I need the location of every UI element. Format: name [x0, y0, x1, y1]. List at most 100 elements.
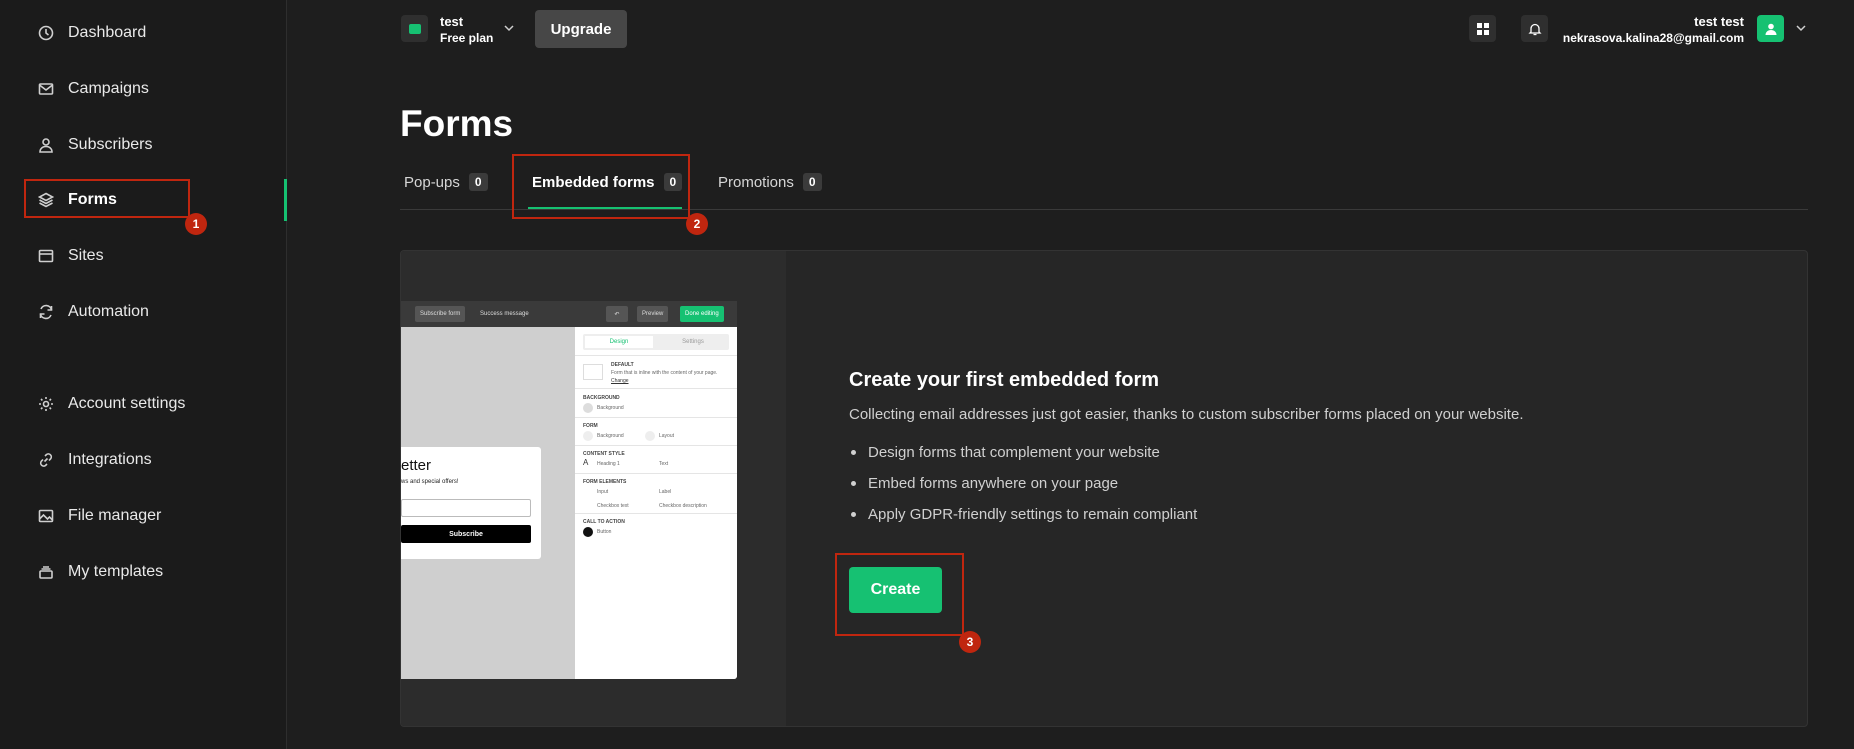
bullet-dot	[851, 450, 856, 455]
annotation-box-2	[512, 154, 690, 219]
sidebar-item-label: My templates	[68, 563, 164, 580]
preview-button-item: Button	[597, 529, 612, 535]
sidebar-item-sites[interactable]: Sites	[38, 244, 104, 268]
preview-settings-tab: Settings	[682, 339, 704, 345]
preview-label-item: Label	[659, 489, 672, 495]
mail-icon	[38, 83, 54, 95]
feature-bullet: Apply GDPR-friendly settings to remain c…	[849, 506, 1197, 523]
sidebar: Dashboard Campaigns Subscribers Forms Si…	[0, 0, 287, 749]
preview-done-button: Done editing	[680, 306, 724, 322]
annotation-number-1: 1	[185, 213, 207, 235]
preview-swatch	[645, 431, 655, 441]
sidebar-item-file-manager[interactable]: File manager	[38, 504, 161, 528]
sidebar-item-label: Automation	[68, 303, 149, 320]
sidebar-item-campaigns[interactable]: Campaigns	[38, 77, 149, 101]
bell-icon	[1527, 23, 1542, 35]
sidebar-item-label: Integrations	[68, 451, 152, 468]
user-name: test test	[1694, 14, 1744, 29]
preview-swatch	[583, 431, 593, 441]
preview-preview-button: Preview	[637, 306, 669, 322]
preview-email-input	[401, 499, 531, 517]
tab-count: 0	[802, 173, 822, 191]
annotation-box-3	[835, 553, 964, 636]
font-icon: A	[583, 458, 589, 467]
preview-divider	[575, 355, 737, 356]
preview-background-item: Background	[597, 405, 624, 411]
preview-design-tab: Design	[585, 336, 653, 348]
feature-bullet-text: Design forms that complement your websit…	[868, 444, 1160, 461]
sidebar-item-automation[interactable]: Automation	[38, 300, 149, 324]
tab-popups[interactable]: Pop-ups 0	[404, 170, 488, 194]
active-nav-indicator	[284, 179, 287, 221]
grid-icon	[1476, 22, 1489, 35]
form-editor-preview-image: Subscribe form Success message ↶ Preview…	[401, 301, 737, 679]
sidebar-item-my-templates[interactable]: My templates	[38, 560, 163, 584]
preview-checkbox-text-item: Checkbox text	[597, 503, 629, 509]
annotation-number-2: 2	[686, 213, 708, 235]
feature-bullet: Design forms that complement your websit…	[849, 444, 1160, 461]
tab-count: 0	[468, 173, 488, 191]
preview-subscribe-form-tab: Subscribe form	[415, 306, 466, 322]
preview-form-title: etter	[401, 457, 432, 474]
gear-icon	[39, 397, 53, 411]
annotation-box-1	[24, 179, 190, 218]
preview-form-layout: Layout	[659, 433, 675, 439]
sidebar-item-label: File manager	[68, 507, 162, 524]
preview-divider	[575, 445, 737, 446]
apps-button[interactable]	[1469, 15, 1496, 42]
preview-success-tab: Success message	[480, 311, 529, 317]
notifications-button[interactable]	[1521, 15, 1548, 42]
bullet-dot	[851, 481, 856, 486]
preview-subscribe-button: Subscribe	[401, 525, 531, 543]
preview-form-subtitle: ws and special offers!	[401, 479, 459, 485]
image-icon	[38, 509, 54, 523]
page-title: Forms	[400, 103, 514, 144]
undo-icon: ↶	[606, 306, 628, 322]
sidebar-item-account-settings[interactable]: Account settings	[38, 392, 185, 416]
preview-swatch	[583, 527, 593, 537]
preview-swatch	[583, 403, 593, 413]
sidebar-item-label: Account settings	[68, 395, 186, 412]
feature-bullet-text: Embed forms anywhere on your page	[868, 475, 1119, 492]
preview-checkbox-desc-item: Checkbox description	[659, 503, 707, 509]
preview-divider	[575, 513, 737, 514]
sidebar-item-dashboard[interactable]: Dashboard	[38, 21, 146, 45]
tab-promotions[interactable]: Promotions 0	[718, 170, 822, 194]
preview-divider	[575, 473, 737, 474]
preview-change-link: Change	[611, 378, 629, 384]
chevron-down-icon[interactable]	[503, 22, 515, 34]
user-icon	[1765, 23, 1776, 35]
sidebar-item-subscribers[interactable]: Subscribers	[38, 133, 152, 157]
preview-form-section: FORM	[583, 423, 598, 429]
link-icon	[39, 453, 53, 467]
refresh-icon	[39, 304, 53, 320]
chevron-down-icon[interactable]	[1795, 22, 1807, 34]
avatar[interactable]	[1757, 15, 1784, 42]
sidebar-item-label: Campaigns	[68, 80, 149, 97]
preview-form-background: Background	[597, 433, 624, 439]
workspace-plan: Free plan	[440, 31, 494, 45]
feature-bullet: Embed forms anywhere on your page	[849, 475, 1118, 492]
empty-state-description: Collecting email addresses just got easi…	[849, 406, 1524, 423]
empty-state-title: Create your first embedded form	[849, 369, 1160, 391]
preview-form-elements-section: FORM ELEMENTS	[583, 479, 627, 485]
preview-default-desc: Form that is inline with the content of …	[611, 370, 718, 376]
preview-divider	[575, 388, 737, 389]
sidebar-item-label: Subscribers	[68, 136, 153, 153]
chat-icon	[408, 23, 421, 34]
workspace-icon[interactable]	[401, 15, 428, 42]
preview-thumbnail	[583, 364, 603, 380]
stack-icon	[39, 566, 53, 579]
sidebar-item-label: Sites	[68, 247, 104, 264]
annotation-number-3: 3	[959, 631, 981, 653]
preview-background-section: BACKGROUND	[583, 395, 620, 401]
dashboard-icon	[38, 25, 54, 41]
preview-segment: Design Settings	[583, 334, 729, 350]
workspace-name[interactable]: test	[440, 14, 463, 29]
sidebar-item-integrations[interactable]: Integrations	[38, 448, 152, 472]
user-icon	[39, 138, 53, 153]
upgrade-button[interactable]: Upgrade	[535, 10, 627, 48]
bullet-dot	[851, 512, 856, 517]
preview-content-style-section: CONTENT STYLE	[583, 451, 625, 457]
preview-settings-panel: Design Settings DEFAULT Form that is inl…	[575, 327, 737, 679]
